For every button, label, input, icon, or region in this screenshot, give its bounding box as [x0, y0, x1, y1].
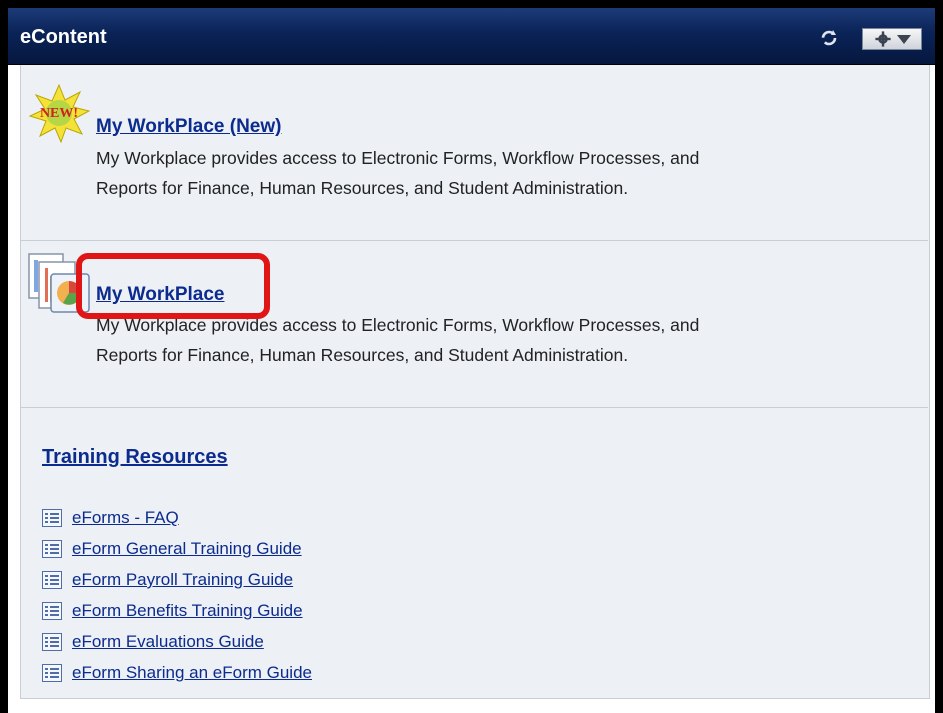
window-frame-right [935, 0, 943, 713]
section-divider [20, 407, 928, 408]
resource-link[interactable]: eForm Benefits Training Guide [72, 601, 303, 621]
document-list-icon [42, 602, 62, 620]
document-list-icon [42, 540, 62, 558]
my-workplace-new-link[interactable]: My WorkPlace (New) [96, 116, 281, 138]
resource-link[interactable]: eForm Sharing an eForm Guide [72, 663, 312, 683]
refresh-icon[interactable] [820, 29, 838, 47]
resource-link[interactable]: eForm General Training Guide [72, 539, 302, 559]
resource-link[interactable]: eForms - FAQ [72, 508, 179, 528]
chevron-down-icon [897, 35, 911, 44]
gear-icon [875, 31, 891, 47]
window-frame-left [0, 0, 8, 713]
highlight-annotation [76, 253, 270, 319]
new-badge-text: NEW! [40, 106, 78, 121]
document-list-icon [42, 509, 62, 527]
document-list-icon [42, 664, 62, 682]
training-resources-link[interactable]: Training Resources [42, 446, 228, 469]
my-workplace-new-description-line1: My Workplace provides access to Electron… [96, 148, 700, 168]
settings-menu-button[interactable] [862, 28, 922, 50]
section-divider [20, 240, 928, 241]
pagelet-title: eContent [20, 26, 107, 48]
document-list-icon [42, 571, 62, 589]
new-badge-icon: NEW! [28, 83, 90, 143]
document-list-icon [42, 633, 62, 651]
resource-link[interactable]: eForm Evaluations Guide [72, 632, 264, 652]
window-frame-top [0, 0, 943, 8]
resource-link[interactable]: eForm Payroll Training Guide [72, 570, 293, 590]
my-workplace-new-description-line2: Reports for Finance, Human Resources, an… [96, 178, 629, 198]
my-workplace-description-line2: Reports for Finance, Human Resources, an… [96, 345, 629, 365]
pagelet-header: eContent [8, 8, 935, 65]
